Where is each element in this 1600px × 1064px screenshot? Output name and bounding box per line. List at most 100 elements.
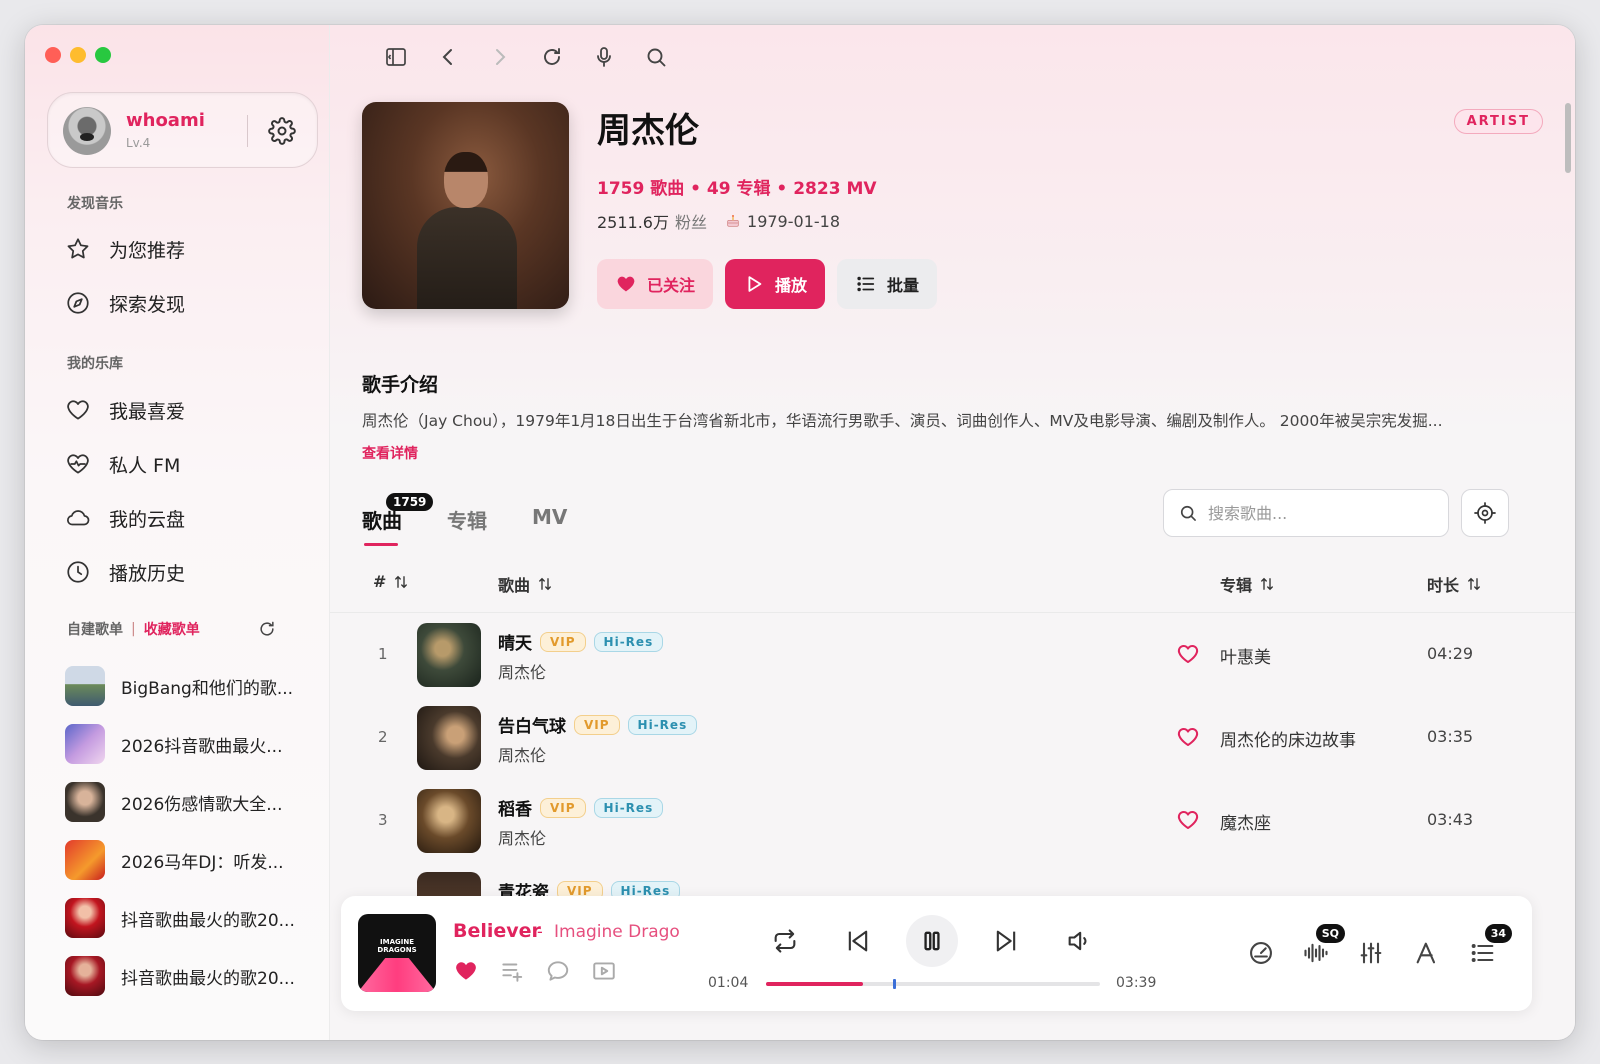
batch-button[interactable]: 批量 <box>837 259 937 309</box>
next-button[interactable] <box>986 916 1026 966</box>
minimize-window-button[interactable] <box>70 47 86 63</box>
like-heart-icon[interactable] <box>1176 642 1200 666</box>
column-label: 专辑 <box>1220 576 1253 595</box>
nav-item-favorites[interactable]: 我最喜爱 <box>65 390 185 430</box>
play-all-button[interactable]: 播放 <box>725 259 825 309</box>
song-singer[interactable]: 周杰伦 <box>498 825 546 849</box>
heart-filled-icon[interactable] <box>453 958 479 984</box>
column-header-duration[interactable]: 时长 <box>1427 572 1483 596</box>
song-row[interactable]: 3 稻香 VIP Hi-Res 周杰伦 魔杰座 03:43 <box>330 781 1575 861</box>
comment-icon[interactable] <box>545 958 571 984</box>
vip-badge: VIP <box>574 714 620 735</box>
star-icon <box>67 238 89 259</box>
play-label: 播放 <box>775 276 808 295</box>
section-title-library: 我的乐库 <box>67 356 123 372</box>
playlist-label: 抖音歌曲最火的歌20... <box>121 910 295 931</box>
playlist-item[interactable]: 2026伤感情歌大全... <box>65 780 282 824</box>
tab-collected-playlists[interactable]: 收藏歌单 <box>144 619 200 639</box>
nav-item-recommend[interactable]: 为您推荐 <box>65 229 185 269</box>
artist-actions: 已关注 播放 批量 <box>597 259 937 309</box>
now-playing-cover[interactable]: IMAGINE DRAGONS <box>358 914 436 992</box>
tab-albums[interactable]: 专辑 <box>447 505 487 534</box>
playlist-item[interactable]: 2026抖音歌曲最火... <box>65 722 282 766</box>
column-header-index[interactable]: # <box>373 572 410 591</box>
playlist-item[interactable]: 2026马年DJ：听发... <box>65 838 284 882</box>
playlist-item[interactable]: 抖音歌曲最火的歌20... <box>65 954 295 998</box>
total-time: 03:39 <box>1116 975 1157 991</box>
tab-mv[interactable]: MV <box>532 505 567 534</box>
like-heart-icon[interactable] <box>1176 725 1200 749</box>
current-time: 01:04 <box>708 975 749 991</box>
queue-button[interactable]: 34 <box>1466 924 1512 970</box>
intro-more-link[interactable]: 查看详情 <box>362 443 418 463</box>
user-card[interactable]: whoami Lv.4 <box>47 92 318 168</box>
song-singer[interactable]: 周杰伦 <box>498 659 546 683</box>
song-singer[interactable]: 周杰伦 <box>498 742 546 766</box>
tab-label: 歌曲 <box>362 509 402 533</box>
now-playing-artist[interactable]: Imagine Drago <box>554 922 680 942</box>
nav-item-cloud[interactable]: 我的云盘 <box>65 498 185 538</box>
lyrics-button[interactable] <box>1410 936 1444 970</box>
artist-stats: 1759 歌曲 • 49 专辑 • 2823 MV <box>597 179 877 199</box>
column-header-song[interactable]: 歌曲 <box>498 572 554 596</box>
tab-created-playlists[interactable]: 自建歌单 <box>67 619 123 639</box>
song-row[interactable]: 2 告白气球 VIP Hi-Res 周杰伦 周杰伦的床边故事 03:35 <box>330 698 1575 778</box>
tab-songs[interactable]: 歌曲 1759 <box>362 493 434 546</box>
cake-icon <box>727 215 739 227</box>
voice-search-button[interactable] <box>578 42 630 72</box>
song-search[interactable] <box>1163 489 1449 537</box>
progress-bar[interactable] <box>766 979 1100 989</box>
nav-label: 播放历史 <box>109 562 186 585</box>
close-window-button[interactable] <box>45 47 61 63</box>
previous-button[interactable] <box>838 916 878 966</box>
column-header-album[interactable]: 专辑 <box>1220 572 1276 596</box>
playlist-label: 抖音歌曲最火的歌20... <box>121 968 295 989</box>
song-row[interactable]: 1 晴天 VIP Hi-Res 周杰伦 叶惠美 04:29 <box>330 615 1575 695</box>
follow-button[interactable]: 已关注 <box>597 259 713 309</box>
search-button[interactable] <box>630 42 682 72</box>
tab-separator: | <box>131 621 136 637</box>
section-title-discover: 发现音乐 <box>67 196 123 212</box>
repeat-icon <box>774 929 796 953</box>
scrollbar[interactable] <box>1565 103 1571 173</box>
nav-item-explore[interactable]: 探索发现 <box>65 283 185 323</box>
sound-quality-button[interactable]: SQ <box>1299 924 1345 970</box>
volume-button[interactable] <box>1059 916 1099 966</box>
playlist-item[interactable]: BigBang和他们的歌... <box>65 664 293 708</box>
locate-playing-button[interactable] <box>1461 489 1509 537</box>
song-album[interactable]: 周杰伦的床边故事 <box>1220 726 1356 751</box>
reload-button[interactable] <box>526 42 578 72</box>
repeat-button[interactable] <box>765 916 805 966</box>
nav-item-history[interactable]: 播放历史 <box>65 552 185 592</box>
maximize-window-button[interactable] <box>95 47 111 63</box>
toggle-sidebar-button[interactable] <box>370 42 422 72</box>
app-window: whoami Lv.4 发现音乐 为您推荐 探索发现 我的乐库 我最喜爱 私人 … <box>25 25 1575 1040</box>
playlist-item[interactable]: 抖音歌曲最火的歌20... <box>65 896 295 940</box>
avatar[interactable] <box>63 107 111 155</box>
row-index: 3 <box>378 811 388 829</box>
playlist-label: 2026伤感情歌大全... <box>121 794 283 815</box>
song-search-input[interactable] <box>1208 503 1428 523</box>
song-cover <box>417 706 481 770</box>
pause-button[interactable] <box>906 915 958 967</box>
gear-icon[interactable] <box>268 117 296 145</box>
speed-button[interactable] <box>1244 936 1278 970</box>
forward-button[interactable] <box>474 42 526 72</box>
add-to-playlist-icon[interactable] <box>499 958 525 984</box>
nav-item-private-fm[interactable]: 私人 FM <box>65 444 180 484</box>
equalizer-button[interactable] <box>1354 936 1388 970</box>
user-name[interactable]: whoami <box>126 110 205 131</box>
hires-badge: Hi-Res <box>593 631 664 652</box>
now-playing-actions <box>453 958 617 984</box>
now-playing-title[interactable]: Believer <box>453 920 541 942</box>
refresh-icon[interactable] <box>257 619 277 639</box>
song-album[interactable]: 叶惠美 <box>1220 643 1271 668</box>
back-button[interactable] <box>422 42 474 72</box>
chevron-right-icon <box>496 49 506 65</box>
song-album[interactable]: 魔杰座 <box>1220 809 1271 834</box>
tab-count-badge: 1759 <box>386 493 434 511</box>
song-duration: 03:43 <box>1427 810 1474 829</box>
video-icon[interactable] <box>591 958 617 984</box>
playlist-label: BigBang和他们的歌... <box>121 678 294 699</box>
like-heart-icon[interactable] <box>1176 808 1200 832</box>
